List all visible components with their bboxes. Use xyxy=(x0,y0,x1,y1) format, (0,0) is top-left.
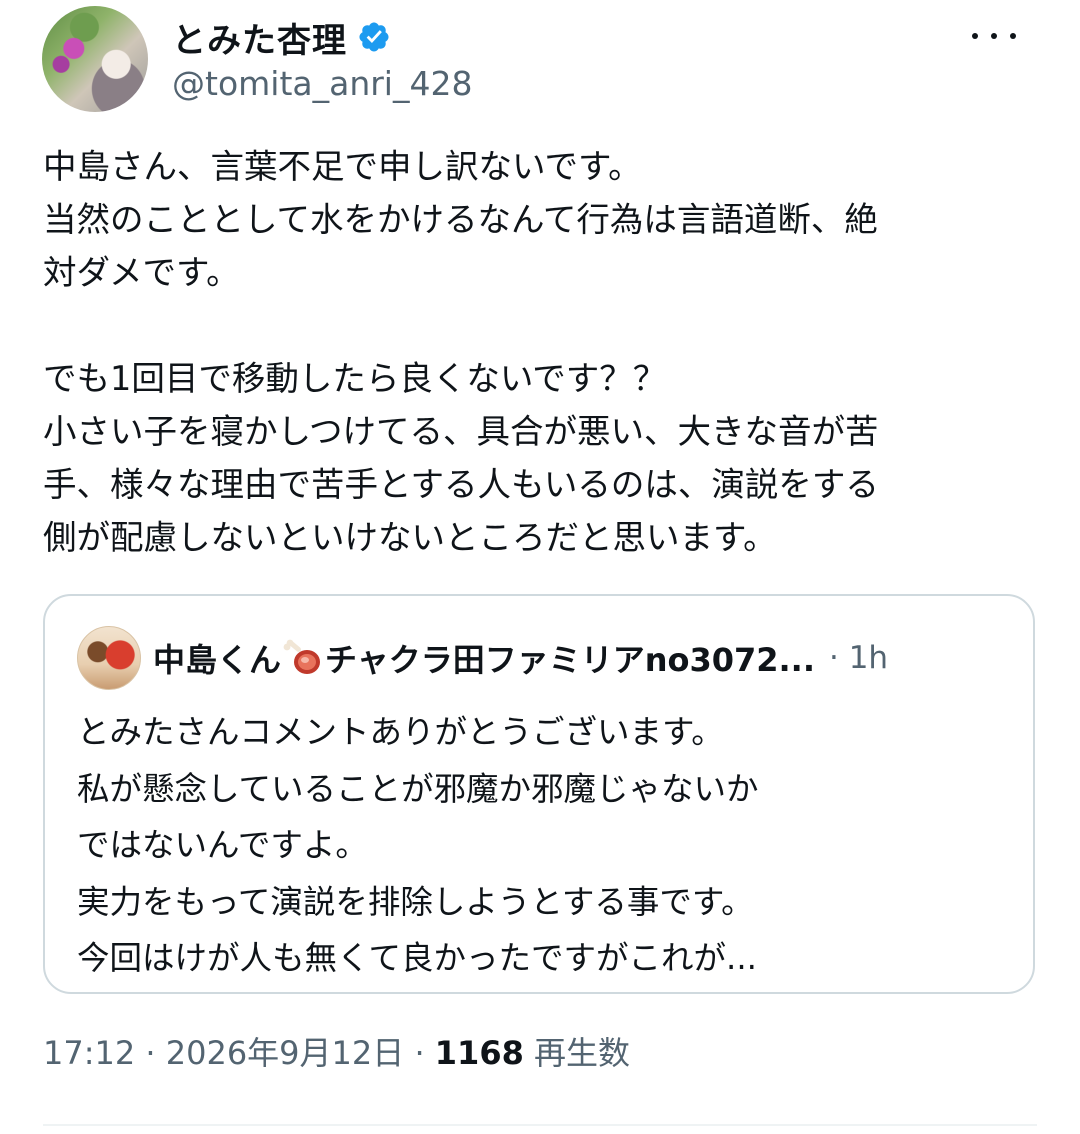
view-count: 1168 xyxy=(434,1034,524,1072)
tweet-text-line: 当然のこととして水をかけるなんて行為は言語道断、絶 xyxy=(43,200,878,239)
quoted-text-line: 今回はけが人も無くて良かったですがこれが... xyxy=(77,939,758,977)
verified-badge-icon xyxy=(359,22,389,52)
tweet-text-line: 中島さん、言葉不足で申し訳ないです。 xyxy=(43,147,642,186)
quoted-text-line: とみたさんコメントありがとうございます。 xyxy=(77,713,724,751)
separator: · xyxy=(135,1034,166,1072)
tweet-text-line: 小さい子を寝かしつけてる、具合が悪い、大きな音が苦 xyxy=(43,412,879,451)
more-dot xyxy=(991,33,997,39)
tweet-text-line: でも1回目で移動したら良くないです？？ xyxy=(43,359,667,398)
quoted-tweet-time: · 1h xyxy=(829,640,889,676)
tweet-date[interactable]: 2026年9月12日 xyxy=(166,1034,405,1072)
divider xyxy=(43,1124,1037,1126)
quoted-author-name: 中島くん xyxy=(153,641,282,679)
quoted-tweet-text: とみたさんコメントありがとうございます。 私が懸念していることが邪魔か邪魔じゃな… xyxy=(77,704,759,987)
view-count-label: 再生数 xyxy=(523,1034,631,1072)
quoted-text-line: 私が懸念していることが邪魔か邪魔じゃないか xyxy=(77,769,759,808)
more-horizontal-icon[interactable] xyxy=(972,24,1016,48)
tweet-text-line xyxy=(43,299,1043,352)
quoted-author-name-suffix: チャクラ田ファミリアno3072... xyxy=(325,641,815,679)
tweet-metadata: 17:12 · 2026年9月12日 · 1168 再生数 xyxy=(43,1028,630,1074)
quoted-tweet-card[interactable]: 中島くん チャクラ田ファミリアno3072... · 1h とみたさんコメントあ… xyxy=(43,594,1035,994)
tweet-text-line: 側が配慮しないといけないところだと思います。 xyxy=(43,518,777,557)
author-avatar[interactable] xyxy=(42,6,148,112)
tweet-text-line: 対ダメです。 xyxy=(43,253,240,292)
author-handle[interactable]: @tomita_anri_428 xyxy=(172,64,472,103)
quoted-text-line: 実力をもって演説を排除しようとする事です。 xyxy=(77,882,754,921)
quoted-tweet-header: 中島くん チャクラ田ファミリアno3072... · 1h xyxy=(153,630,888,686)
tweet-header: とみた杏理 @tomita_anri_428 xyxy=(42,6,1042,112)
more-dot xyxy=(1010,33,1016,39)
quoted-author-avatar xyxy=(77,626,141,690)
author-name-row: とみた杏理 xyxy=(172,12,391,62)
tweet-text: 中島さん、言葉不足で申し訳ないです。 当然のこととして水をかけるなんて行為は言語… xyxy=(43,140,1043,564)
tweet-time[interactable]: 17:12 xyxy=(43,1034,135,1072)
meat-on-bone-icon xyxy=(283,639,321,674)
separator: · xyxy=(404,1034,435,1072)
quoted-text-line: ではないんですよ。 xyxy=(77,826,368,864)
author-display-name[interactable]: とみた杏理 xyxy=(172,13,347,62)
more-dot xyxy=(972,33,978,39)
tweet-text-line: 手、様々な理由で苦手とする人もいるのは、演説をする xyxy=(43,465,879,504)
